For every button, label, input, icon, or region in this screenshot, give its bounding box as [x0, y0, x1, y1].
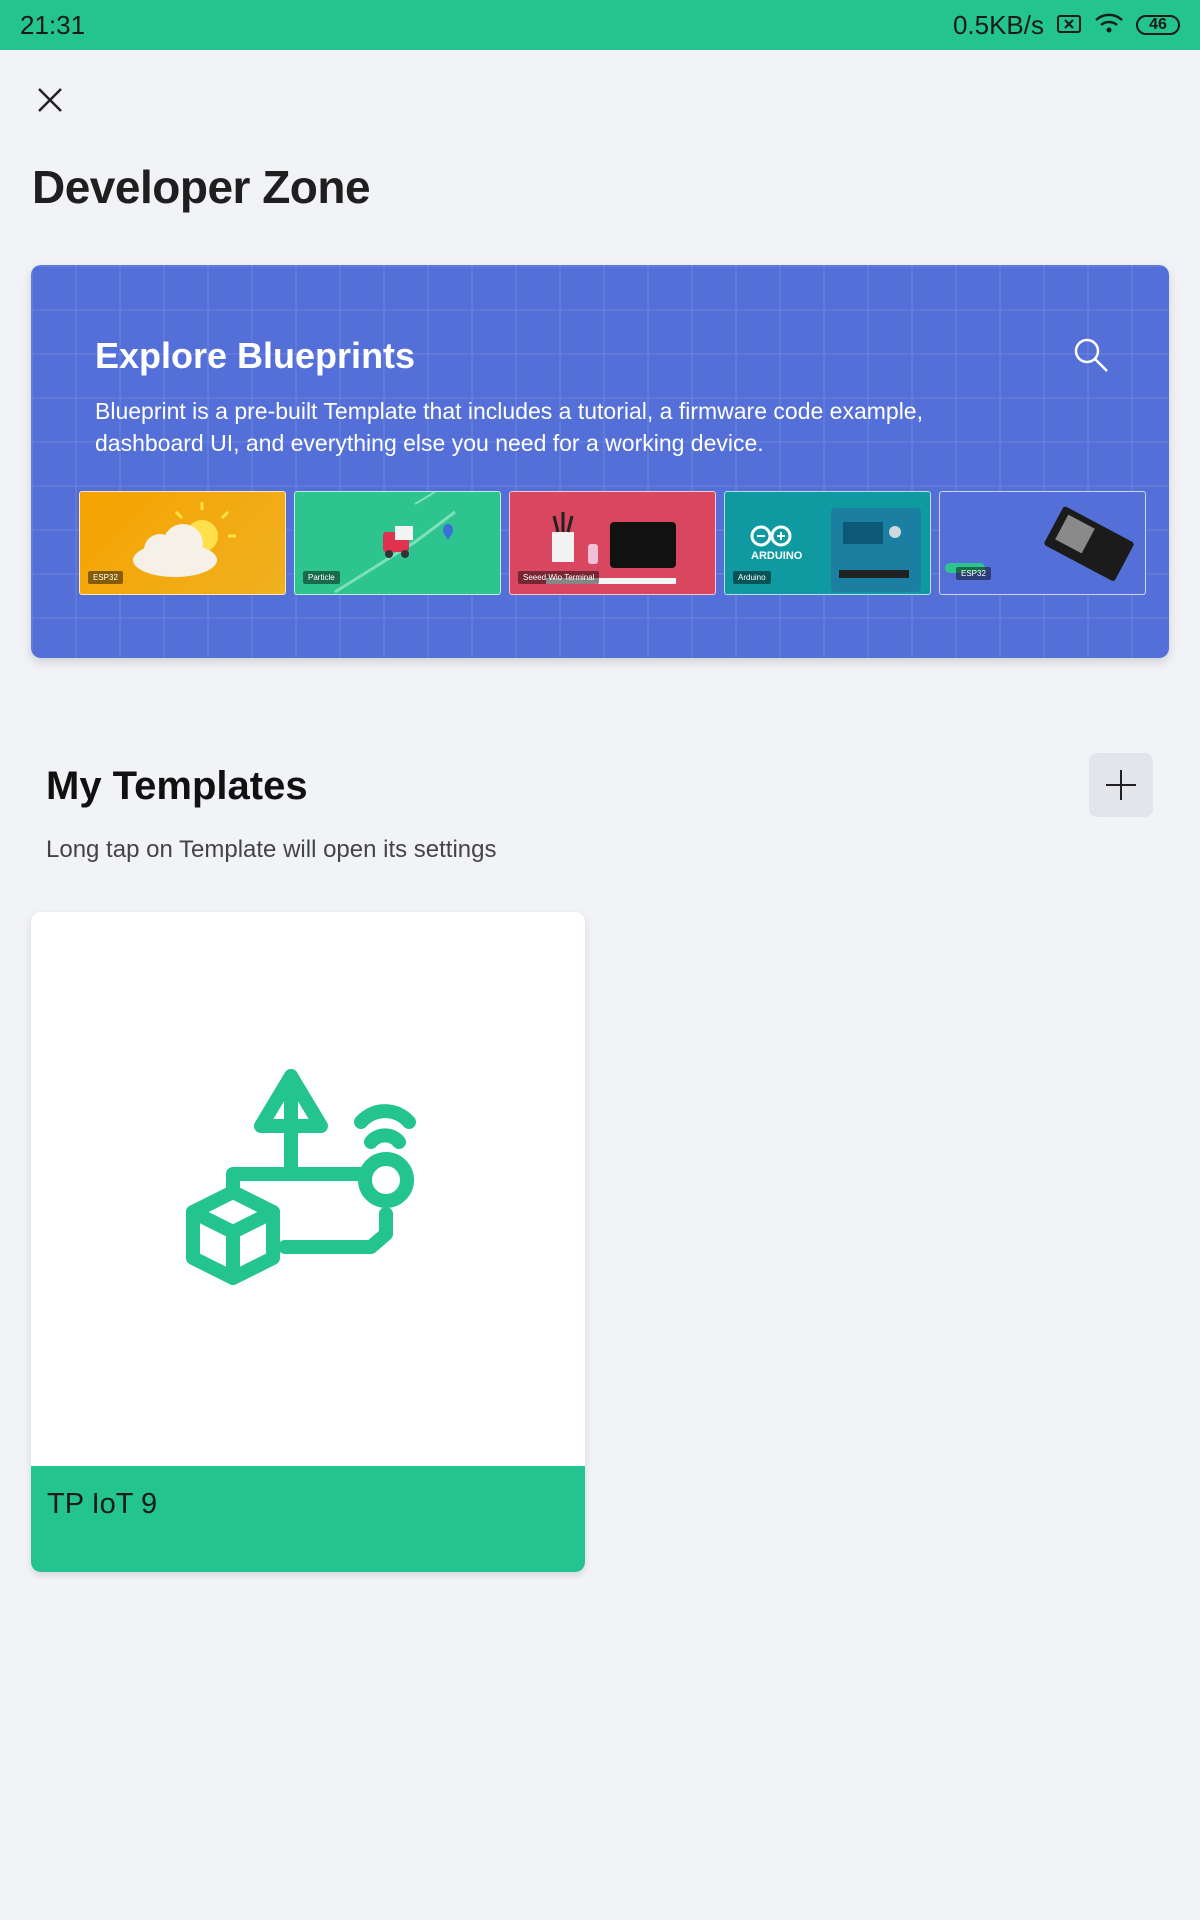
thumb-tag: ESP32: [956, 567, 991, 580]
thumb-tag: Particle: [303, 571, 340, 584]
my-templates-subtitle: Long tap on Template will open its setti…: [46, 836, 497, 863]
blueprint-thumbnails: ESP32 Particle Seeed Wio Terminal ARDUIN…: [79, 491, 1146, 595]
my-templates-title: My Templates: [46, 764, 308, 808]
template-card-footer: TP IoT 9: [31, 1466, 585, 1572]
banner-description: Blueprint is a pre-built Template that i…: [95, 398, 923, 456]
add-template-button[interactable]: [1089, 753, 1153, 817]
plus-icon: [1106, 770, 1136, 800]
blueprint-thumb-weather[interactable]: ESP32: [79, 491, 286, 595]
search-button[interactable]: [1071, 335, 1111, 375]
arduino-logo-text: ARDUINO: [751, 550, 803, 562]
thumb-tag: Seeed Wio Terminal: [518, 571, 600, 584]
network-speed: 0.5KB/s: [952, 9, 1044, 40]
template-card[interactable]: TP IoT 9: [31, 912, 585, 1572]
battery-icon: 46: [1136, 15, 1180, 35]
blueprint-thumb-terminal[interactable]: Seeed Wio Terminal: [509, 491, 716, 595]
blueprint-thumb-esp32[interactable]: ESP32: [939, 491, 1146, 595]
close-icon: [38, 88, 62, 112]
page-title: Developer Zone: [32, 161, 371, 213]
thumb-tag: ESP32: [88, 571, 123, 584]
sim-x-icon: [1056, 10, 1082, 41]
wifi-icon: [1094, 10, 1124, 41]
thumb-tag: Arduino: [733, 571, 771, 584]
search-icon: [1074, 338, 1108, 372]
blueprint-thumb-arduino[interactable]: ARDUINO Arduino: [724, 491, 931, 595]
close-button[interactable]: [30, 80, 70, 120]
explore-blueprints-banner[interactable]: Explore Blueprints Blueprint is a pre-bu…: [31, 265, 1169, 658]
status-indicators: 0.5KB/s 46: [953, 10, 1180, 41]
template-icon: [186, 1069, 416, 1285]
template-name: TP IoT 9: [47, 1488, 158, 1520]
status-bar: 21:31 0.5KB/s 46: [0, 0, 1200, 50]
status-time: 21:31: [20, 9, 86, 40]
banner-title: Explore Blueprints: [95, 335, 416, 376]
blueprint-thumb-tracker[interactable]: Particle: [294, 491, 501, 595]
